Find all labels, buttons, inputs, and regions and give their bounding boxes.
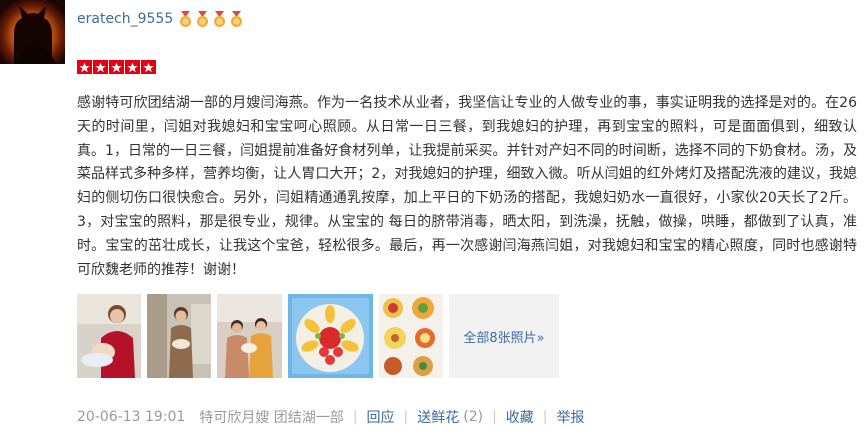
favorite-link[interactable]: 收藏	[506, 407, 534, 427]
separator: |	[352, 409, 358, 425]
report-link[interactable]: 举报	[557, 407, 585, 427]
reply-link[interactable]: 回应	[367, 407, 395, 427]
user-avatar[interactable]	[0, 0, 65, 64]
review-photos: 全部8张照片»	[77, 294, 559, 378]
photo-nanny-standing[interactable]	[147, 294, 211, 378]
medal-icon	[214, 11, 225, 27]
send-flower-link[interactable]: 送鲜花	[417, 407, 459, 427]
star-icon	[109, 60, 124, 74]
separator: |	[542, 409, 548, 425]
photo-meal-dishes[interactable]	[379, 294, 443, 378]
user-medals	[178, 11, 244, 28]
star-rating	[77, 60, 156, 74]
review-date: 20-06-13 19:01	[77, 409, 186, 425]
review-text: 感谢特可欣团结湖一部的月嫂闫海燕。作为一名技术从业者，我坚信让专业的人做专业的事…	[77, 95, 857, 278]
review-footer: 20-06-13 19:01 特可欣月嫂 团结湖一部 | 回应 | 送鲜花 (2…	[77, 407, 585, 427]
username-link[interactable]: eratech_9555	[77, 11, 173, 27]
medal-icon	[231, 11, 242, 27]
review-source: 特可欣月嫂 团结湖一部	[199, 410, 344, 426]
photo-two-women-with-baby[interactable]	[217, 294, 282, 378]
photo-nanny-with-baby[interactable]	[77, 294, 141, 378]
separator: |	[492, 409, 497, 425]
view-all-photos-button[interactable]: 全部8张照片»	[449, 294, 559, 378]
star-icon	[141, 60, 156, 74]
separator: |	[403, 409, 409, 425]
flower-count: (2)	[463, 409, 484, 425]
photo-fruit-platter[interactable]	[288, 294, 373, 378]
medal-icon	[197, 11, 208, 27]
star-icon	[125, 60, 140, 74]
star-icon	[93, 60, 108, 74]
cat-silhouette-sunset-avatar-icon	[0, 0, 65, 64]
star-icon	[77, 60, 92, 74]
medal-icon	[180, 11, 191, 27]
